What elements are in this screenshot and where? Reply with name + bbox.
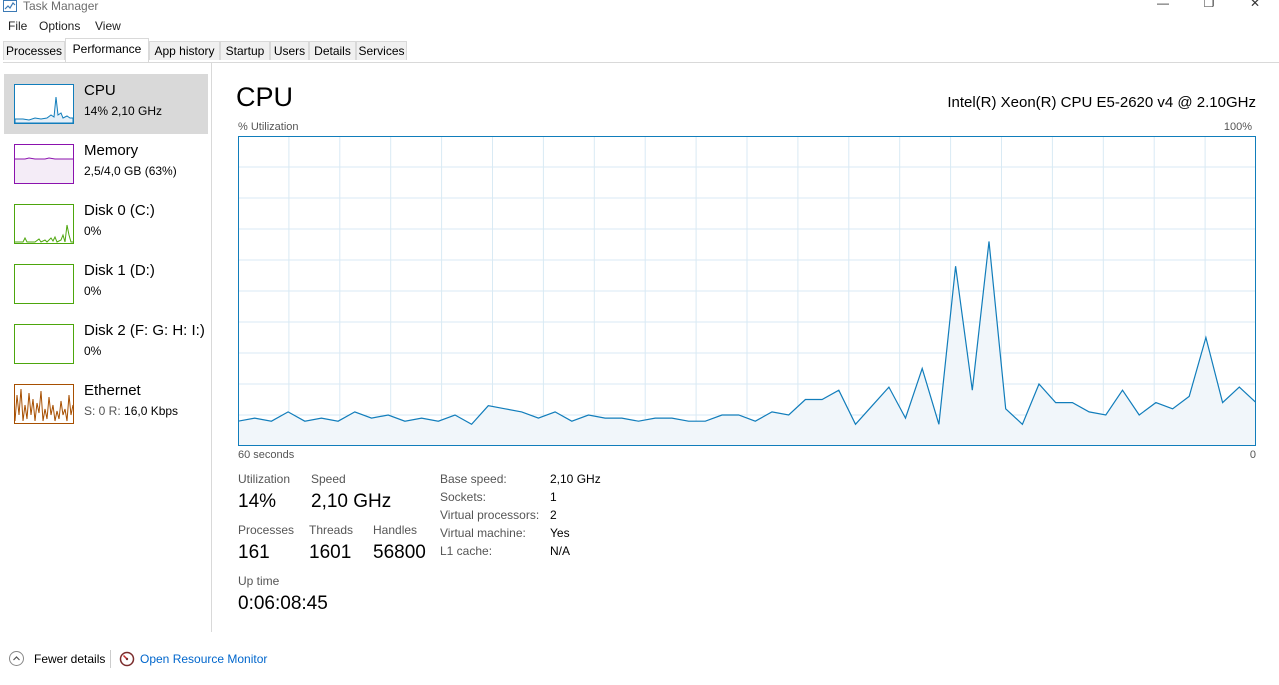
- sidebar-item-label: Ethernet: [84, 382, 141, 399]
- cpu-utilization-chart: [238, 136, 1256, 446]
- sidebar-item-label: Memory: [84, 142, 139, 159]
- handles-label: Handles: [373, 523, 418, 537]
- sidebar-item-value: 0%: [84, 284, 102, 298]
- fewer-details-button[interactable]: Fewer details: [34, 652, 105, 666]
- menu-options[interactable]: Options: [39, 19, 80, 33]
- sockets-value: 1: [550, 490, 557, 504]
- l1-cache-label: L1 cache:: [440, 544, 493, 558]
- sidebar-item-label: Disk 2 (F: G: H: I:): [84, 322, 205, 339]
- uptime-label: Up time: [238, 574, 280, 588]
- graph-time-label: 60 seconds: [238, 449, 295, 461]
- sidebar-item-label: Disk 1 (D:): [84, 262, 155, 279]
- tab-processes[interactable]: Processes: [3, 41, 65, 60]
- tab-strip: Processes Performance App history Startu…: [3, 38, 1279, 63]
- title-bar: Task Manager — ❐ ✕: [0, 0, 1279, 17]
- sidebar-item-cpu[interactable]: CPU 14% 2,10 GHz: [4, 74, 208, 134]
- disk-1-thumbnail: [14, 264, 74, 304]
- handles-value: 56800: [373, 542, 426, 563]
- sidebar-item-value: 0%: [84, 224, 102, 238]
- virtual-processors-value: 2: [550, 508, 557, 522]
- menu-file[interactable]: File: [8, 19, 27, 33]
- base-speed-label: Base speed:: [440, 472, 507, 486]
- tab-startup[interactable]: Startup: [220, 41, 270, 60]
- ethernet-send-receive-label: S: 0 R:: [84, 404, 125, 418]
- footer: Fewer details Open Resource Monitor: [0, 640, 1279, 680]
- sidebar-item-disk-1[interactable]: Disk 1 (D:) 0%: [4, 254, 208, 314]
- cpu-thumbnail: [14, 84, 74, 124]
- sidebar-item-value: 0%: [84, 344, 102, 358]
- tab-users[interactable]: Users: [270, 41, 309, 60]
- sidebar: CPU 14% 2,10 GHz Memory 2,5/4,0 GB (63%)…: [0, 62, 212, 632]
- page-title: CPU: [236, 82, 294, 112]
- l1-cache-value: N/A: [550, 544, 571, 558]
- disk-0-thumbnail: [14, 204, 74, 244]
- disk-2-thumbnail: [14, 324, 74, 364]
- processes-value: 161: [238, 542, 270, 563]
- maximize-button[interactable]: ❐: [1194, 0, 1224, 12]
- uptime-value: 0:06:08:45: [238, 593, 328, 614]
- utilization-label: Utilization: [238, 472, 291, 486]
- threads-label: Threads: [309, 523, 354, 537]
- base-speed-value: 2,10 GHz: [550, 472, 601, 486]
- threads-value: 1601: [309, 542, 352, 563]
- sockets-label: Sockets:: [440, 490, 487, 504]
- sidebar-item-value: 14% 2,10 GHz: [84, 104, 163, 118]
- open-resource-monitor-link[interactable]: Open Resource Monitor: [140, 652, 267, 666]
- sidebar-item-memory[interactable]: Memory 2,5/4,0 GB (63%): [4, 134, 208, 194]
- minimize-button[interactable]: —: [1148, 0, 1178, 12]
- sidebar-item-label: Disk 0 (C:): [84, 202, 155, 219]
- tab-services[interactable]: Services: [356, 41, 407, 60]
- graph-x-min: 0: [1249, 449, 1256, 461]
- tab-app-history[interactable]: App history: [149, 41, 220, 60]
- footer-divider: [110, 650, 111, 668]
- graph-y-max: 100%: [1223, 121, 1252, 133]
- ethernet-thumbnail: [14, 384, 74, 424]
- memory-thumbnail: [14, 144, 74, 184]
- virtual-machine-label: Virtual machine:: [440, 526, 526, 540]
- virtual-machine-value: Yes: [550, 526, 570, 540]
- sidebar-item-value: 2,5/4,0 GB (63%): [84, 164, 177, 178]
- tab-performance[interactable]: Performance: [65, 38, 149, 62]
- sidebar-item-ethernet[interactable]: Ethernet S: 0 R: 16,0 Kbps: [4, 374, 208, 434]
- speed-value: 2,10 GHz: [311, 491, 392, 512]
- sidebar-item-disk-2[interactable]: Disk 2 (F: G: H: I:) 0%: [4, 314, 208, 374]
- resource-monitor-icon[interactable]: [119, 651, 135, 667]
- task-manager-icon: [3, 0, 17, 12]
- virtual-processors-label: Virtual processors:: [440, 508, 540, 522]
- cpu-model-name: Intel(R) Xeon(R) CPU E5-2620 v4 @ 2.10GH…: [947, 94, 1256, 111]
- close-button[interactable]: ✕: [1240, 0, 1270, 12]
- processes-label: Processes: [238, 523, 295, 537]
- sidebar-item-label: CPU: [84, 82, 116, 99]
- ethernet-receive-value: 16,0 Kbps: [124, 404, 179, 418]
- sidebar-item-disk-0[interactable]: Disk 0 (C:) 0%: [4, 194, 208, 254]
- tab-details[interactable]: Details: [309, 41, 356, 60]
- utilization-value: 14%: [238, 491, 277, 512]
- menu-view[interactable]: View: [95, 19, 121, 33]
- window-title: Task Manager: [23, 0, 99, 13]
- speed-label: Speed: [311, 472, 346, 486]
- graph-y-label: % Utilization: [238, 121, 299, 133]
- sidebar-item-value: S: 0 R: 16,0 Kbps: [84, 404, 178, 418]
- chevron-up-icon[interactable]: [9, 651, 24, 666]
